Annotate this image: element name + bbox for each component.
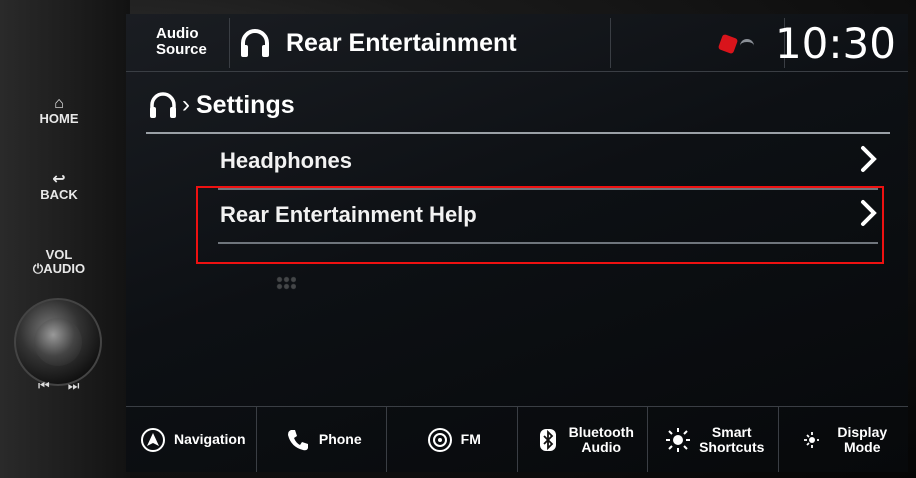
dock-phone[interactable]: Phone [255, 407, 387, 472]
vol-label: VOL [45, 247, 73, 262]
top-bar: Audio Source Rear Entertainment 10:30 [126, 14, 908, 72]
home-icon: ⌂ [54, 95, 64, 112]
next-track-button[interactable]: ⏭ [68, 378, 98, 393]
audio-label: AUDIO [43, 261, 86, 276]
breadcrumb-title: Settings [196, 90, 295, 119]
page-title: Rear Entertainment [286, 28, 517, 57]
back-label: BACK [40, 187, 78, 202]
clock: 10:30 [774, 19, 896, 68]
connection-status-icon [717, 33, 739, 55]
menu-item-label: Headphones [220, 148, 353, 173]
headphones-icon [150, 92, 176, 118]
display-mode-icon [804, 431, 829, 448]
signal-icon [740, 39, 754, 49]
screen-title: Rear Entertainment [238, 24, 517, 62]
dock-label: Display Mode [837, 423, 888, 455]
dock-label: Navigation [173, 431, 246, 447]
dock-bluetooth-audio[interactable]: Bluetooth Audio [516, 407, 648, 472]
screen-smudge [276, 276, 296, 290]
clock-area: 10:30 [775, 18, 908, 68]
dock-label: Smart Shortcuts [699, 423, 765, 455]
audio-source-label-line2: Source [156, 41, 207, 58]
status-icons [717, 33, 754, 55]
chevron-right-icon: › [182, 91, 190, 118]
breadcrumb: › Settings [148, 90, 295, 120]
touchscreen: Audio Source Rear Entertainment 10:30 › … [126, 14, 908, 472]
smart-shortcuts-icon [666, 427, 691, 452]
previous-track-button[interactable]: ⏮ [38, 378, 68, 393]
bottom-dock: Navigation Phone FM Bluetooth Audio Smar… [126, 406, 908, 472]
back-button[interactable]: ↩ BACK [28, 172, 90, 202]
divider [610, 18, 611, 68]
header-divider [146, 132, 890, 134]
audio-source-button[interactable]: Audio Source [134, 18, 230, 68]
dock-display-mode[interactable]: Display Mode [777, 407, 909, 472]
hardware-panel: ⌂ HOME ↩ BACK VOL ⏻AUDIO ⏮⏭ [0, 0, 130, 478]
headphones-icon [241, 29, 269, 57]
volume-knob[interactable] [14, 298, 102, 386]
menu-item-headphones[interactable]: Headphones [218, 136, 880, 190]
selection-highlight [196, 186, 884, 264]
dock-navigation[interactable]: Navigation [126, 407, 256, 472]
track-buttons: ⏮⏭ [38, 378, 97, 394]
phone-icon [287, 429, 308, 450]
home-label: HOME [39, 111, 79, 126]
dock-label: Phone [318, 431, 362, 447]
dock-smart-shortcuts[interactable]: Smart Shortcuts [647, 407, 778, 472]
home-button[interactable]: ⌂ HOME [28, 96, 90, 126]
audio-source-label-line1: Audio [156, 25, 199, 42]
back-icon: ↩ [52, 171, 66, 188]
radio-icon [427, 427, 452, 452]
chevron-right-icon [861, 146, 877, 172]
power-volume-button[interactable]: VOL ⏻AUDIO [28, 248, 90, 276]
dock-fm[interactable]: FM [386, 407, 517, 472]
dock-label: Bluetooth Audio [568, 423, 634, 455]
navigation-icon [140, 427, 165, 452]
dock-label: FM [460, 431, 481, 447]
bluetooth-icon [539, 428, 556, 451]
power-icon: ⏻ [32, 261, 44, 276]
